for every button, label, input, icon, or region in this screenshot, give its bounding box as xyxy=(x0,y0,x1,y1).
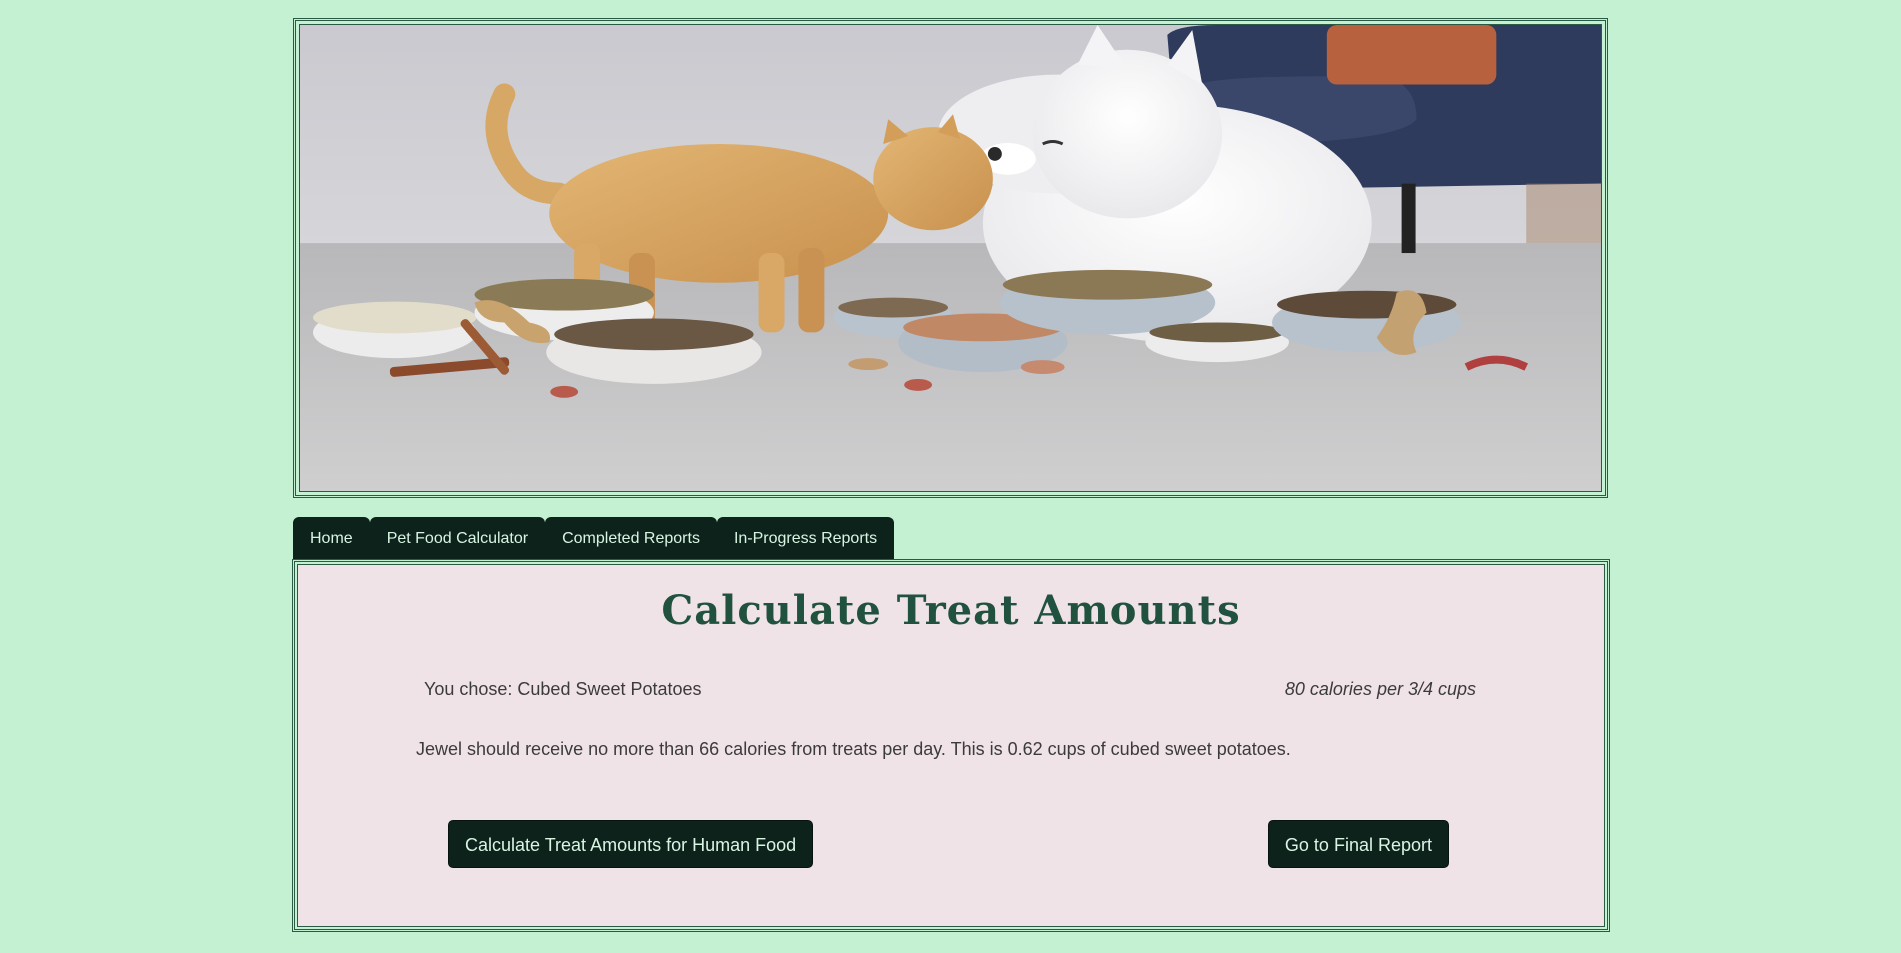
tab-in-progress-reports[interactable]: In-Progress Reports xyxy=(716,517,895,559)
page: Home Pet Food Calculator Completed Repor… xyxy=(0,0,1901,953)
content-panel-inner: Calculate Treat Amounts You chose: Cubed… xyxy=(297,564,1605,927)
chosen-treat-text: You chose: Cubed Sweet Potatoes xyxy=(424,679,702,699)
nav-tabs: Home Pet Food Calculator Completed Repor… xyxy=(293,517,895,559)
hero-banner xyxy=(293,18,1608,498)
content-panel: Calculate Treat Amounts You chose: Cubed… xyxy=(292,559,1610,932)
human-food-treats-button[interactable]: Calculate Treat Amounts for Human Food xyxy=(448,820,814,868)
tab-completed-reports[interactable]: Completed Reports xyxy=(545,517,717,559)
hero-image xyxy=(299,24,1602,492)
tab-home[interactable]: Home xyxy=(293,517,370,559)
treat-advice-text: Jewel should receive no more than 66 cal… xyxy=(416,739,1291,759)
tab-pet-food-calculator[interactable]: Pet Food Calculator xyxy=(369,517,546,559)
hero-illustration xyxy=(300,25,1601,491)
final-report-button[interactable]: Go to Final Report xyxy=(1267,820,1449,868)
calories-per-serving-text: 80 calories per 3/4 cups xyxy=(1284,679,1476,699)
page-title: Calculate Treat Amounts xyxy=(661,587,1241,634)
